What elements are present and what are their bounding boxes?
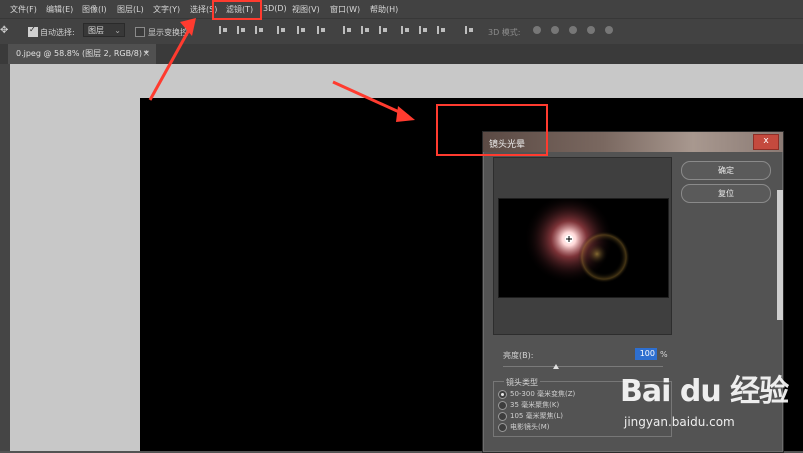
arrow-to-dialog	[332, 80, 409, 118]
arrow-to-filter-menu	[148, 27, 192, 101]
watermark-url: jingyan.baidu.com	[624, 415, 735, 429]
baidu-jingyan-watermark: Bai du 经验 jingyan.baidu.com	[612, 356, 802, 451]
arrow-head-dialog-icon	[396, 106, 415, 122]
watermark-logo: Bai du 经验	[620, 374, 789, 409]
